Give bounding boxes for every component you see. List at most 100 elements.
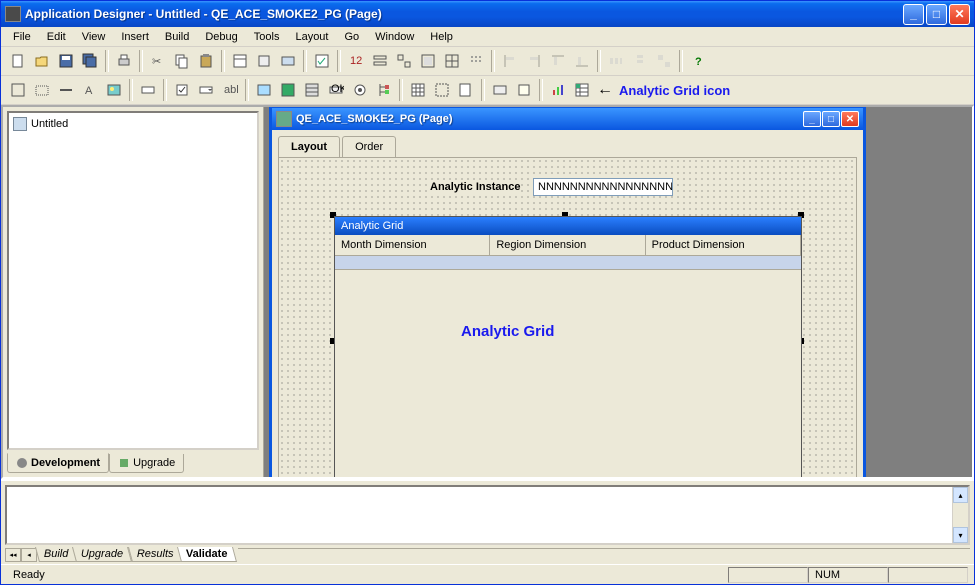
app-window: Application Designer - Untitled - QE_ACE… [0, 0, 975, 585]
distribute-v-icon[interactable] [629, 50, 651, 72]
toolbar-standard: ✂ 12 ? [1, 47, 974, 76]
menu-help[interactable]: Help [422, 29, 461, 45]
menu-debug[interactable]: Debug [197, 29, 245, 45]
group-box-icon[interactable] [31, 79, 53, 101]
minimize-button[interactable]: _ [903, 4, 924, 25]
grid-col-0[interactable]: Month Dimension [335, 235, 490, 255]
design-surface[interactable]: Analytic Instance NNNNNNNNNNNNNNNNN Anal… [278, 157, 857, 477]
svg-text:?: ? [695, 56, 702, 68]
static-text-icon[interactable]: A [79, 79, 101, 101]
secondary-page-icon[interactable] [455, 79, 477, 101]
long-edit-icon[interactable]: abl [219, 79, 241, 101]
tab-development[interactable]: Development [7, 453, 109, 473]
page-order-icon[interactable]: 12 [345, 50, 367, 72]
tab-order[interactable]: Order [342, 136, 396, 157]
menu-edit[interactable]: Edit [39, 29, 74, 45]
properties-icon[interactable] [229, 50, 251, 72]
tab-layout[interactable]: Layout [278, 136, 340, 157]
menu-tools[interactable]: Tools [246, 29, 288, 45]
output-tab-upgrade[interactable]: Upgrade [72, 547, 132, 562]
default-order-icon[interactable] [393, 50, 415, 72]
svg-text:OK: OK [331, 83, 344, 95]
save-icon[interactable] [55, 50, 77, 72]
output-tab-results[interactable]: Results [128, 547, 183, 562]
edit-box-icon[interactable] [137, 79, 159, 101]
menu-layout[interactable]: Layout [287, 29, 336, 45]
grid-col-1[interactable]: Region Dimension [490, 235, 645, 255]
static-image-icon[interactable] [103, 79, 125, 101]
titlebar: Application Designer - Untitled - QE_ACE… [1, 1, 974, 27]
menu-file[interactable]: File [5, 29, 39, 45]
cut-icon[interactable]: ✂ [147, 50, 169, 72]
build-icon[interactable] [253, 50, 275, 72]
child-maximize-button[interactable]: □ [822, 111, 840, 127]
output-tab-validate[interactable]: Validate [177, 547, 237, 562]
project-tree[interactable]: Untitled [7, 111, 259, 450]
analytic-grid-icon[interactable] [571, 79, 593, 101]
test-icon[interactable] [417, 50, 439, 72]
radio-button-icon[interactable] [349, 79, 371, 101]
print-icon[interactable] [113, 50, 135, 72]
menu-window[interactable]: Window [367, 29, 422, 45]
align-right-icon[interactable] [523, 50, 545, 72]
menu-go[interactable]: Go [336, 29, 367, 45]
grid-col-2[interactable]: Product Dimension [646, 235, 801, 255]
drop-down-icon[interactable] [195, 79, 217, 101]
mdi-area: QE_ACE_SMOKE2_PG (Page) _ □ ✕ Layout Ord… [264, 107, 972, 477]
open-icon[interactable] [31, 50, 53, 72]
close-button[interactable]: ✕ [949, 4, 970, 25]
subpage-icon[interactable] [489, 79, 511, 101]
save-all-icon[interactable] [79, 50, 101, 72]
new-icon[interactable] [7, 50, 29, 72]
output-nav-first[interactable]: ◂◂ [5, 548, 21, 562]
output-scrollbar[interactable]: ▴ ▾ [952, 487, 968, 543]
align-top-icon[interactable] [547, 50, 569, 72]
menu-insert[interactable]: Insert [113, 29, 157, 45]
html-area-icon[interactable] [277, 79, 299, 101]
check-box-icon[interactable] [171, 79, 193, 101]
horizontal-rule-icon[interactable] [55, 79, 77, 101]
size-same-icon[interactable] [653, 50, 675, 72]
tab-upgrade-label: Upgrade [133, 457, 175, 469]
field-order-icon[interactable] [369, 50, 391, 72]
window-title: Application Designer - Untitled - QE_ACE… [25, 7, 903, 21]
child-minimize-button[interactable]: _ [803, 111, 821, 127]
help-icon[interactable]: ? [687, 50, 709, 72]
image-icon[interactable] [253, 79, 275, 101]
analytic-instance-field[interactable]: NNNNNNNNNNNNNNNNN [533, 178, 673, 196]
annotation-grid: Analytic Grid [461, 323, 554, 340]
tab-order-icon[interactable] [465, 50, 487, 72]
scroll-area-icon[interactable] [431, 79, 453, 101]
scroll-down-icon[interactable]: ▾ [953, 527, 968, 543]
scroll-up-icon[interactable]: ▴ [953, 487, 968, 503]
align-bottom-icon[interactable] [571, 50, 593, 72]
maximize-button[interactable]: □ [926, 4, 947, 25]
hyperlink-icon[interactable] [513, 79, 535, 101]
output-tab-build[interactable]: Build [35, 547, 77, 562]
output-nav-prev[interactable]: ◂ [21, 548, 37, 562]
status-cell-1 [728, 567, 808, 583]
chart-icon[interactable] [547, 79, 569, 101]
ok-button-icon[interactable]: OK [325, 79, 347, 101]
copy-icon[interactable] [171, 50, 193, 72]
paste-icon[interactable] [195, 50, 217, 72]
push-button-icon[interactable] [301, 79, 323, 101]
output-text[interactable]: ▴ ▾ [5, 485, 970, 545]
validate-icon[interactable] [311, 50, 333, 72]
child-close-button[interactable]: ✕ [841, 111, 859, 127]
align-left-icon[interactable] [499, 50, 521, 72]
tree-root-node[interactable]: Untitled [13, 117, 253, 131]
tab-upgrade[interactable]: Upgrade [109, 454, 184, 473]
grid-icon[interactable] [407, 79, 429, 101]
analytic-grid-control[interactable]: Analytic Grid Month Dimension Region Dim… [334, 216, 802, 477]
project-tabs: Development Upgrade [3, 454, 263, 477]
project-icon[interactable] [277, 50, 299, 72]
distribute-h-icon[interactable] [605, 50, 627, 72]
menu-view[interactable]: View [74, 29, 114, 45]
frame-icon[interactable] [7, 79, 29, 101]
toggle-grid-icon[interactable] [441, 50, 463, 72]
project-icon [13, 117, 27, 131]
tree-icon[interactable] [373, 79, 395, 101]
menu-build[interactable]: Build [157, 29, 197, 45]
page-designer-window: QE_ACE_SMOKE2_PG (Page) _ □ ✕ Layout Ord… [269, 107, 866, 477]
